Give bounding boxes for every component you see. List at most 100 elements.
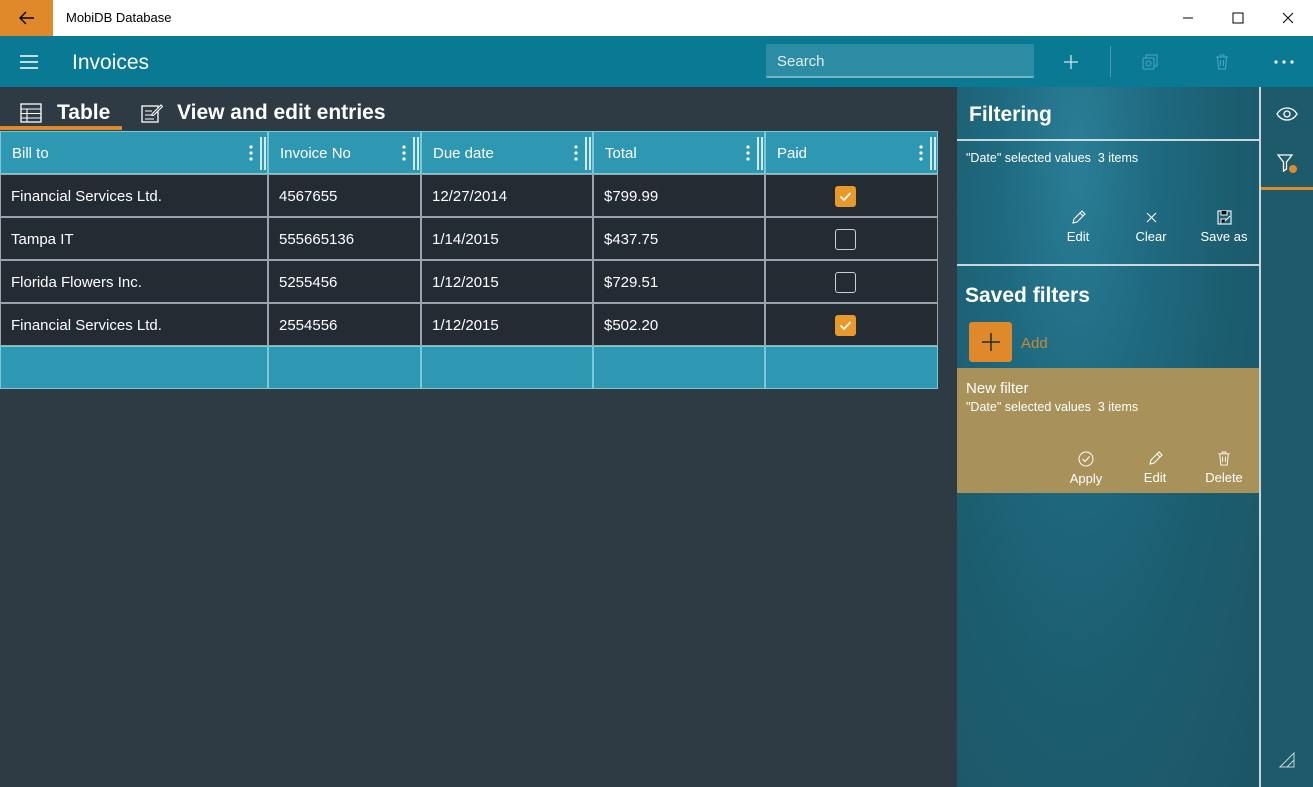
title-bar: MobiDB Database: [0, 0, 1313, 36]
cell-invoice-no[interactable]: 2554556: [268, 303, 421, 346]
add-filter-button[interactable]: [969, 322, 1012, 362]
current-filter-count: 3 items: [1097, 151, 1139, 165]
window-title: MobiDB Database: [66, 10, 172, 25]
column-resize-handle[interactable]: [930, 137, 936, 170]
maximize-icon: [1232, 12, 1244, 24]
filter-button[interactable]: [1261, 139, 1313, 189]
table-row[interactable]: Financial Services Ltd. 2554556 1/12/201…: [0, 303, 938, 346]
cell-due-date[interactable]: 1/14/2015: [421, 217, 593, 260]
eye-icon: [1276, 107, 1298, 121]
trash-icon: [1218, 451, 1230, 466]
cell-due-date[interactable]: 1/12/2015: [421, 260, 593, 303]
cell-invoice-no[interactable]: 555665136: [268, 217, 421, 260]
column-resize-handle[interactable]: [260, 137, 266, 170]
filter-icon: [1276, 154, 1297, 173]
table-row[interactable]: Florida Flowers Inc. 5255456 1/12/2015 $…: [0, 260, 938, 303]
new-entry-row[interactable]: [0, 346, 938, 389]
resize-grip[interactable]: [1261, 735, 1313, 785]
saved-filter-edit-button[interactable]: Edit: [1125, 451, 1185, 485]
column-header-total[interactable]: Total: [593, 131, 765, 174]
cell-total[interactable]: $437.75: [593, 217, 765, 260]
saved-filter-field: "Date" selected values: [966, 400, 1091, 414]
cell-total[interactable]: $799.99: [593, 174, 765, 217]
more-button[interactable]: [1260, 36, 1308, 87]
cell-total[interactable]: $729.51: [593, 260, 765, 303]
tab-view-edit-entries[interactable]: View and edit entries: [141, 96, 386, 130]
paid-checkbox[interactable]: [835, 229, 856, 250]
back-button[interactable]: [0, 0, 53, 36]
cell-paid: [765, 260, 938, 303]
cell-bill-to[interactable]: Financial Services Ltd.: [0, 303, 268, 346]
table-row[interactable]: Financial Services Ltd. 4567655 12/27/20…: [0, 174, 938, 217]
column-resize-handle[interactable]: [413, 137, 419, 170]
copy-button[interactable]: [1126, 36, 1174, 87]
column-menu-icon[interactable]: [746, 144, 750, 162]
resize-grip-icon: [1279, 752, 1295, 768]
filter-edit-button[interactable]: Edit: [1048, 210, 1108, 244]
column-resize-handle[interactable]: [757, 137, 763, 170]
cell-bill-to[interactable]: Florida Flowers Inc.: [0, 260, 268, 303]
saved-filter-delete-button[interactable]: Delete: [1194, 451, 1254, 485]
cell-invoice-no[interactable]: 5255456: [268, 260, 421, 303]
delete-button[interactable]: [1198, 36, 1246, 87]
table-header-row: Bill to Invoice No Due date Total Paid: [0, 131, 938, 174]
new-entry-cell[interactable]: [421, 346, 593, 389]
new-entry-cell[interactable]: [268, 346, 421, 389]
search-input[interactable]: Search: [766, 44, 1034, 78]
column-header-label: Paid: [777, 145, 808, 162]
column-menu-icon[interactable]: [919, 144, 923, 162]
new-entry-cell[interactable]: [765, 346, 938, 389]
saved-filter-item[interactable]: New filter "Date" selected values 3 item…: [957, 368, 1259, 493]
paid-checkbox[interactable]: [835, 186, 856, 207]
column-menu-icon[interactable]: [402, 144, 406, 162]
minimize-icon: [1183, 17, 1193, 19]
column-menu-icon[interactable]: [249, 144, 253, 162]
toolbar-separator: [1110, 46, 1111, 77]
column-header-label: Bill to: [12, 145, 49, 162]
hamburger-icon: [20, 55, 38, 69]
cell-paid: [765, 303, 938, 346]
close-button[interactable]: [1263, 0, 1313, 36]
cell-invoice-no[interactable]: 4567655: [268, 174, 421, 217]
saved-filter-edit-label: Edit: [1143, 470, 1167, 485]
column-header-paid[interactable]: Paid: [765, 131, 938, 174]
add-button[interactable]: [1047, 36, 1095, 87]
column-header-label: Total: [605, 145, 637, 162]
cell-paid: [765, 174, 938, 217]
saved-filter-apply-button[interactable]: Apply: [1056, 451, 1116, 486]
checkmark-icon: [839, 321, 852, 331]
new-entry-cell[interactable]: [0, 346, 268, 389]
column-header-due-date[interactable]: Due date: [421, 131, 593, 174]
filter-edit-label: Edit: [1066, 229, 1090, 244]
view-options-button[interactable]: [1261, 89, 1313, 139]
cell-due-date[interactable]: 12/27/2014: [421, 174, 593, 217]
checkmark-circle-icon: [1078, 451, 1094, 467]
minimize-button[interactable]: [1163, 0, 1213, 36]
filter-clear-button[interactable]: Clear: [1121, 210, 1181, 244]
cell-due-date[interactable]: 1/12/2015: [421, 303, 593, 346]
current-filter-field: "Date" selected values: [966, 151, 1091, 165]
paid-checkbox[interactable]: [835, 315, 856, 336]
tab-table[interactable]: Table: [20, 96, 110, 130]
filter-save-as-label: Save as: [1200, 229, 1248, 244]
column-resize-handle[interactable]: [585, 137, 591, 170]
cell-bill-to[interactable]: Tampa IT: [0, 217, 268, 260]
table-row[interactable]: Tampa IT 555665136 1/14/2015 $437.75: [0, 217, 938, 260]
edit-entries-icon: [141, 104, 163, 123]
cell-total[interactable]: $502.20: [593, 303, 765, 346]
current-filter-summary: "Date" selected values 3 items: [966, 151, 1138, 165]
maximize-button[interactable]: [1213, 0, 1263, 36]
menu-button[interactable]: [14, 48, 44, 76]
column-header-invoice-no[interactable]: Invoice No: [268, 131, 421, 174]
saved-filters-title: Saved filters: [965, 284, 1090, 307]
cell-bill-to[interactable]: Financial Services Ltd.: [0, 174, 268, 217]
filter-save-as-button[interactable]: Save as: [1194, 210, 1254, 244]
paid-checkbox[interactable]: [835, 272, 856, 293]
column-menu-icon[interactable]: [574, 144, 578, 162]
add-filter-label[interactable]: Add: [1021, 335, 1048, 352]
panel-divider: [957, 264, 1259, 266]
column-header-bill-to[interactable]: Bill to: [0, 131, 268, 174]
new-entry-cell[interactable]: [593, 346, 765, 389]
close-icon: [1282, 12, 1294, 24]
plus-icon: [1064, 54, 1078, 69]
